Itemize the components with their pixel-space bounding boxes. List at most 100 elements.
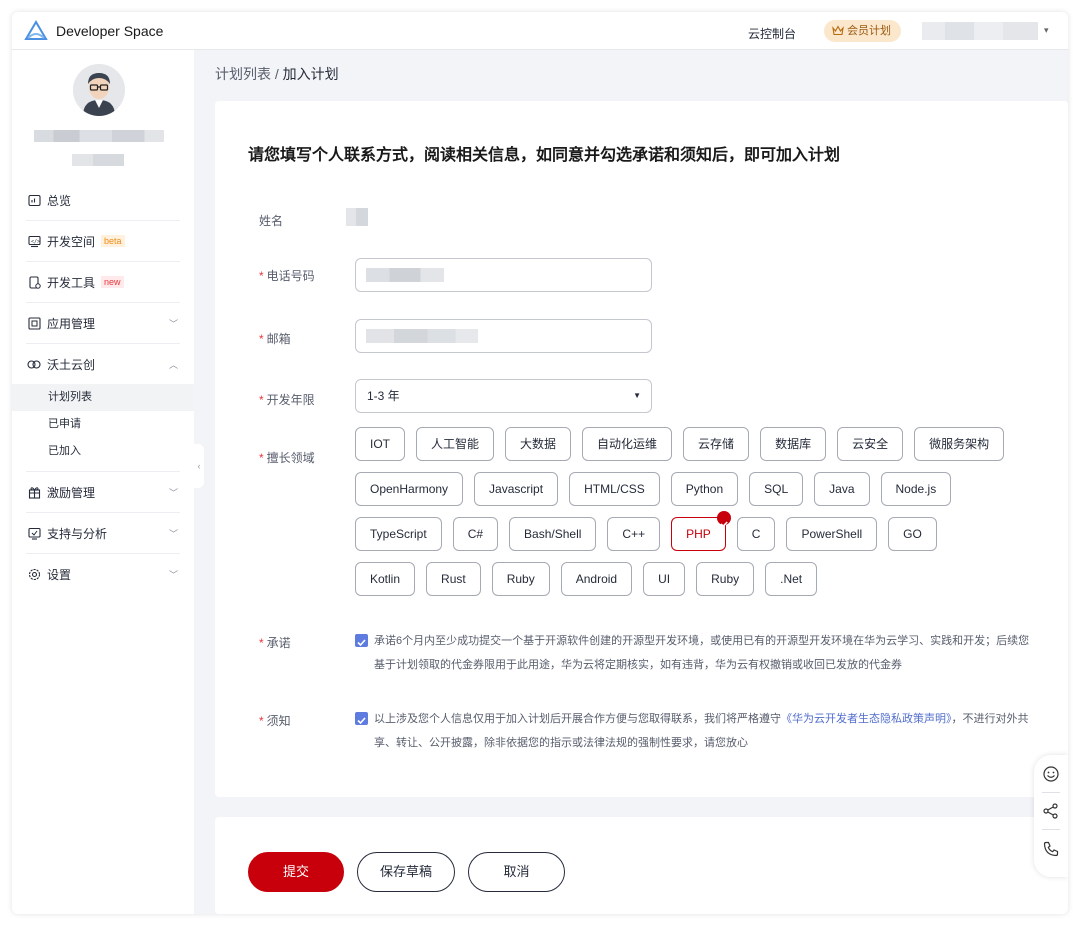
cloud-create-icon bbox=[27, 357, 41, 371]
promise-text: 承诺6个月内至少成功提交一个基于开源软件创建的开源型开发环境，或使用已有的开源型… bbox=[374, 635, 1030, 671]
domain-tag[interactable]: OpenHarmony bbox=[355, 472, 464, 506]
domain-tag[interactable]: TypeScript bbox=[355, 517, 442, 551]
smile-icon[interactable] bbox=[1042, 765, 1060, 783]
domain-tag[interactable]: Javascript bbox=[474, 472, 559, 506]
sidebar-item-overview[interactable]: 总览 bbox=[12, 180, 194, 220]
vip-plan-button[interactable]: 会员计划 bbox=[824, 20, 901, 42]
domain-tag[interactable]: 云安全 bbox=[837, 427, 904, 461]
sidebar-item-devtools[interactable]: 开发工具 new bbox=[12, 262, 194, 302]
phone-field[interactable] bbox=[355, 258, 652, 292]
sidebar-item-support[interactable]: 支持与分析 ﹀ bbox=[12, 513, 194, 553]
notice-checkbox-row: 以上涉及您个人信息仅用于加入计划后开展合作方便与您取得联系，我们将严格遵守《华为… bbox=[355, 707, 1035, 755]
domain-tag[interactable]: Bash/Shell bbox=[509, 517, 597, 551]
domain-tag[interactable]: Node.js bbox=[880, 472, 952, 506]
sidebar: 总览 </> 开发空间 beta 开发工具 new 应用管理 ﹀ 沃土云创 ︿ … bbox=[12, 50, 194, 914]
years-select-value: 1-3 年 bbox=[367, 389, 400, 403]
user-dropdown-caret-icon[interactable]: ▾ bbox=[1044, 25, 1049, 36]
domain-tag[interactable]: Rust bbox=[426, 562, 481, 596]
sidebar-item-app-manage[interactable]: 应用管理 ﹀ bbox=[12, 303, 194, 343]
save-draft-button[interactable]: 保存草稿 bbox=[357, 852, 455, 892]
domain-tag-label: Javascript bbox=[489, 482, 544, 496]
domain-tag[interactable]: HTML/CSS bbox=[569, 472, 660, 506]
notice-label-text: 须知 bbox=[266, 714, 291, 728]
breadcrumb-parent[interactable]: 计划列表 bbox=[215, 66, 271, 82]
notice-checkbox[interactable] bbox=[355, 712, 368, 725]
email-value-blurred bbox=[366, 329, 478, 343]
share-icon[interactable] bbox=[1042, 802, 1060, 820]
domain-tag[interactable]: Python bbox=[670, 472, 739, 506]
vip-label: 会员计划 bbox=[847, 25, 891, 37]
domain-tag[interactable]: C bbox=[736, 517, 776, 551]
breadcrumb: 计划列表 / 加入计划 bbox=[215, 64, 339, 84]
sidebar-subitem-joined[interactable]: 已加入 bbox=[12, 438, 194, 465]
domain-tag-selected[interactable]: PHP bbox=[671, 511, 731, 551]
domain-tag[interactable]: GO bbox=[888, 517, 937, 551]
logo-icon[interactable] bbox=[24, 20, 48, 42]
domain-tag[interactable]: Java bbox=[814, 472, 870, 506]
sidebar-collapse-button[interactable]: ‹ bbox=[194, 444, 204, 488]
domain-tag[interactable]: SQL bbox=[749, 472, 804, 506]
privacy-policy-link[interactable]: 《华为云开发者生态隐私政策声明》 bbox=[781, 713, 952, 725]
years-select[interactable]: 1-3 年 ▼ bbox=[355, 379, 652, 413]
domain-tag-label: UI bbox=[658, 572, 671, 586]
required-mark: * bbox=[259, 636, 264, 650]
domain-tag[interactable]: 自动化运维 bbox=[582, 427, 673, 461]
domain-tag[interactable]: Android bbox=[560, 562, 633, 596]
domain-tag[interactable]: 数据库 bbox=[760, 427, 827, 461]
domain-tag[interactable]: C# bbox=[452, 517, 499, 551]
chevron-down-icon: ﹀ bbox=[168, 488, 178, 498]
sidebar-subitem-applied[interactable]: 已申请 bbox=[12, 411, 194, 438]
sidebar-item-cloud-create[interactable]: 沃土云创 ︿ bbox=[12, 344, 194, 384]
tag-row: TypeScript C# Bash/Shell C++ PHP C PowerShell G… bbox=[355, 511, 1035, 551]
join-plan-form: 请您填写个人联系方式，阅读相关信息，如同意并勾选承诺和须知后，即可加入计划 姓名… bbox=[215, 101, 1068, 797]
submit-button[interactable]: 提交 bbox=[248, 852, 344, 892]
domain-tag[interactable]: .Net bbox=[765, 562, 818, 596]
devtools-icon bbox=[27, 275, 41, 289]
required-mark: * bbox=[259, 269, 264, 283]
domain-tag[interactable]: 微服务架构 bbox=[914, 427, 1005, 461]
domain-tag[interactable]: 人工智能 bbox=[416, 427, 495, 461]
chevron-down-icon: ﹀ bbox=[168, 529, 178, 539]
user-info-blurred bbox=[34, 130, 164, 142]
sidebar-item-label: 支持与分析 bbox=[47, 526, 108, 541]
tag-row: OpenHarmony Javascript HTML/CSS Python SQL Ja… bbox=[355, 472, 1035, 506]
domain-tag[interactable]: Kotlin bbox=[355, 562, 416, 596]
checkmark-icon bbox=[357, 717, 366, 725]
required-mark: * bbox=[259, 393, 264, 407]
breadcrumb-separator: / bbox=[271, 66, 283, 82]
sidebar-subitem-plan-list[interactable]: 计划列表 bbox=[12, 384, 194, 411]
domain-tag-label: Android bbox=[575, 572, 618, 586]
domain-tag[interactable]: C++ bbox=[607, 517, 661, 551]
phone-icon[interactable] bbox=[1042, 840, 1060, 858]
chevron-up-icon: ︿ bbox=[168, 360, 178, 370]
domain-tag-label: GO bbox=[903, 527, 922, 541]
sidebar-item-settings[interactable]: 设置 ﹀ bbox=[12, 554, 194, 594]
console-link[interactable]: 云控制台 bbox=[748, 25, 796, 42]
sidebar-item-incentive[interactable]: 激励管理 ﹀ bbox=[12, 472, 194, 512]
domain-tag-label: C# bbox=[467, 527, 484, 541]
tag-row: IOT 人工智能 大数据 自动化运维 云存储 数据库 云安全 微服务架构 bbox=[355, 427, 1035, 461]
beta-badge: beta bbox=[101, 235, 125, 247]
domain-tag-label: 微服务架构 bbox=[929, 437, 990, 451]
domain-tag[interactable]: IOT bbox=[355, 427, 405, 461]
domain-tag[interactable]: 云存储 bbox=[683, 427, 750, 461]
domain-tag[interactable]: 大数据 bbox=[505, 427, 572, 461]
sidebar-item-devspace[interactable]: </> 开发空间 beta bbox=[12, 221, 194, 261]
brand-name[interactable]: Developer Space bbox=[56, 23, 163, 39]
required-mark: * bbox=[259, 451, 264, 465]
avatar[interactable] bbox=[73, 64, 125, 116]
floating-toolbar bbox=[1034, 755, 1068, 877]
domain-tag-label: 云存储 bbox=[698, 437, 735, 451]
email-field[interactable] bbox=[355, 319, 652, 353]
domain-tag[interactable]: Ruby bbox=[491, 562, 550, 596]
domain-label-text: 擅长领域 bbox=[266, 451, 315, 465]
domain-tag[interactable]: UI bbox=[643, 562, 686, 596]
sidebar-item-label: 总览 bbox=[47, 193, 72, 208]
promise-checkbox[interactable] bbox=[355, 634, 368, 647]
user-name-blurred[interactable] bbox=[922, 22, 1038, 40]
domain-tag-label: Rust bbox=[441, 572, 466, 586]
cancel-button[interactable]: 取消 bbox=[468, 852, 565, 892]
domain-tag[interactable]: Ruby bbox=[696, 562, 755, 596]
domain-tag[interactable]: PowerShell bbox=[786, 517, 878, 551]
years-label-text: 开发年限 bbox=[266, 393, 315, 407]
